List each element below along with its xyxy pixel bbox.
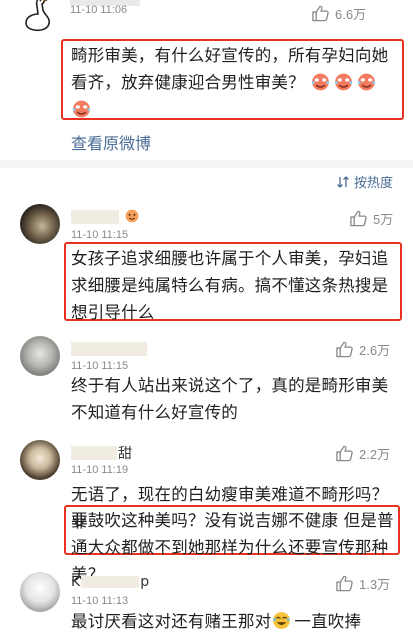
- thumb-up-icon: [336, 445, 353, 462]
- thumb-up-icon: [312, 5, 329, 22]
- comment-time: 11-10 11:15: [71, 229, 129, 241]
- thumb-up-icon: [336, 575, 353, 592]
- comment-text-after: 一直吹捧: [294, 612, 362, 631]
- comment-text: 终于有人站出来说这个了，真的是畸形审美不知道有什么好宣传的: [71, 376, 389, 422]
- post-text: 畸形审美，有什么好宣传的，所有孕妇向她看齐，放弃健康迎合男性审美？: [71, 42, 399, 123]
- crying-emoji-icon: [357, 73, 376, 91]
- comment-time: 11-10 11:13: [71, 595, 129, 607]
- post-time: 11-10 11:06: [70, 4, 128, 16]
- comment-avatar[interactable]: [20, 440, 60, 480]
- sort-icon: [337, 175, 349, 188]
- view-original-weibo-link[interactable]: 查看原微博: [71, 130, 151, 154]
- comment-avatar[interactable]: [20, 572, 60, 612]
- comment-time: 11-10 11:19: [71, 464, 129, 476]
- comment-like-count: 1.3万: [359, 577, 391, 592]
- comment-author-name-end: p: [140, 574, 150, 590]
- comment-like-button[interactable]: 2.2万: [335, 444, 390, 463]
- thumb-up-icon: [336, 341, 353, 358]
- comment-like-button[interactable]: 5万: [349, 209, 393, 228]
- sort-by-hot-button[interactable]: 按热度: [336, 172, 393, 191]
- goose-avatar-icon: [25, 0, 50, 32]
- crying-emoji-icon: [334, 73, 353, 91]
- sort-label: 按热度: [354, 176, 394, 191]
- crying-emoji-icon: [72, 100, 91, 118]
- comment-author-name-masked[interactable]: [71, 342, 147, 356]
- comment-author-name-masked[interactable]: [71, 446, 117, 460]
- comment-author-name-start: K: [71, 574, 81, 590]
- comment-author-name-masked[interactable]: [71, 210, 119, 224]
- emoji-badge-icon: [125, 209, 139, 223]
- comment-author-name-masked: [81, 576, 140, 588]
- comment-avatar[interactable]: [20, 336, 60, 376]
- post-avatar[interactable]: [14, 0, 60, 38]
- laughing-tears-emoji-icon: [273, 612, 291, 629]
- comment-text-before: 最讨厌看这对还有赌王那对: [71, 612, 272, 631]
- comment-author-name[interactable]: K p: [71, 574, 149, 590]
- comment-like-count: 2.2万: [359, 447, 391, 462]
- crying-emoji-icon: [311, 73, 330, 91]
- comment-like-count: 5万: [373, 212, 394, 227]
- comment-avatar[interactable]: [20, 204, 60, 244]
- comment-text: 最讨厌看这对还有赌王那对 一直吹捧: [71, 608, 406, 635]
- thumb-up-icon: [350, 210, 367, 227]
- comment-time: 11-10 11:15: [71, 360, 129, 372]
- post-like-button[interactable]: 6.6万: [311, 4, 366, 23]
- comment-like-button[interactable]: 2.6万: [335, 340, 390, 359]
- comment-like-button[interactable]: 1.3万: [335, 574, 390, 593]
- comment-text: 女孩子追求细腰也许属于个人审美，孕妇追求细腰是纯属特么有病。搞不懂这条热搜是想引…: [71, 249, 389, 322]
- comment-author-name-fragment[interactable]: 甜: [118, 443, 132, 463]
- comment-like-count: 2.6万: [359, 343, 391, 358]
- section-divider: [0, 160, 413, 168]
- post-like-count: 6.6万: [335, 7, 367, 22]
